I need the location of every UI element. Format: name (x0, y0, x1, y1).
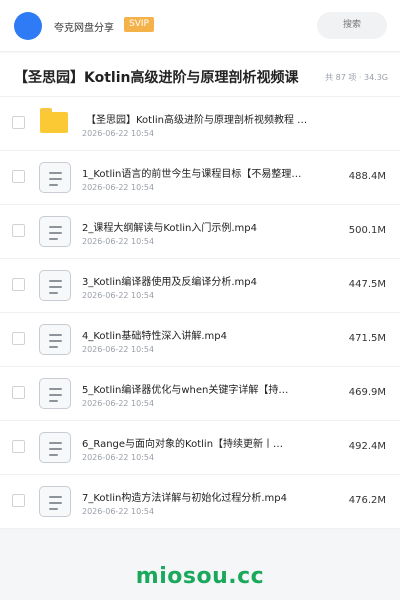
brand-label: 夸克网盘分享 (54, 23, 114, 34)
list-item[interactable]: 1_Kotlin语言的前世今生与课程目标【不易整理… 2026-06-22 10… (0, 151, 400, 205)
file-size: 500.1M (348, 225, 386, 236)
file-icon (39, 486, 71, 517)
list-item[interactable]: 4_Kotlin基础特性深入讲解.mp4 2026-06-22 10:54 47… (0, 313, 400, 367)
file-icon (39, 378, 71, 409)
file-date: 2026-06-22 10:54 (82, 507, 155, 516)
file-name: 6_Range与面向对象的Kotlin【持续更新丨… (82, 439, 284, 450)
file-size: 447.5M (348, 279, 386, 290)
file-date: 2026-06-22 10:54 (82, 453, 155, 462)
share-meta: 共 87 项 · 34.3G (325, 73, 388, 82)
file-icon (39, 432, 71, 463)
file-size: 488.4M (348, 171, 386, 182)
file-name: 1_Kotlin语言的前世今生与课程目标【不易整理… (82, 169, 302, 180)
select-checkbox[interactable] (12, 278, 25, 291)
file-name: 5_Kotlin编译器优化与when关键字详解【持… (82, 385, 289, 396)
share-title: 【圣思园】Kotlin高级进阶与原理剖析视频课 (14, 70, 299, 86)
list-item[interactable]: 3_Kotlin编译器使用及反编译分析.mp4 2026-06-22 10:54… (0, 259, 400, 313)
watermark: miosou.cc (135, 564, 265, 589)
select-checkbox[interactable] (12, 116, 25, 129)
file-icon (39, 162, 71, 193)
file-name: 3_Kotlin编译器使用及反编译分析.mp4 (82, 277, 257, 288)
search-input[interactable] (317, 12, 387, 39)
file-date: 2026-06-22 10:54 (82, 345, 155, 354)
file-date: 2026-06-22 10:54 (82, 399, 155, 408)
file-name: 7_Kotlin构造方法详解与初始化过程分析.mp4 (82, 493, 287, 504)
file-size: 471.5M (348, 333, 386, 344)
file-date: 2026-06-22 10:54 (82, 237, 155, 246)
file-icon (39, 270, 71, 301)
avatar[interactable] (14, 12, 42, 40)
file-icon (39, 324, 71, 355)
file-size: 469.9M (348, 387, 386, 398)
file-name: 4_Kotlin基础特性深入讲解.mp4 (82, 331, 227, 342)
list-item[interactable]: 【圣思园】Kotlin高级进阶与原理剖析视频教程 … 2026-06-22 10… (0, 97, 400, 151)
list-item[interactable]: 7_Kotlin构造方法详解与初始化过程分析.mp4 2026-06-22 10… (0, 475, 400, 529)
select-checkbox[interactable] (12, 386, 25, 399)
svip-badge: SVIP (124, 17, 154, 32)
select-checkbox[interactable] (12, 332, 25, 345)
file-date: 2026-06-22 10:54 (82, 129, 155, 138)
select-checkbox[interactable] (12, 494, 25, 507)
file-list: 【圣思园】Kotlin高级进阶与原理剖析视频教程 … 2026-06-22 10… (0, 97, 400, 529)
share-title-bar: 【圣思园】Kotlin高级进阶与原理剖析视频课 共 87 项 · 34.3G (0, 53, 400, 97)
list-item[interactable]: 6_Range与面向对象的Kotlin【持续更新丨… 2026-06-22 10… (0, 421, 400, 475)
file-size: 476.2M (348, 495, 386, 506)
select-checkbox[interactable] (12, 224, 25, 237)
file-name: 2_课程大纲解读与Kotlin入门示例.mp4 (82, 223, 257, 234)
select-checkbox[interactable] (12, 440, 25, 453)
file-icon (39, 216, 71, 247)
select-checkbox[interactable] (12, 170, 25, 183)
file-date: 2026-06-22 10:54 (82, 291, 155, 300)
file-name: 【圣思园】Kotlin高级进阶与原理剖析视频教程 … (86, 115, 308, 126)
file-date: 2026-06-22 10:54 (82, 183, 155, 192)
file-size: 492.4M (348, 441, 386, 452)
list-item[interactable]: 5_Kotlin编译器优化与when关键字详解【持… 2026-06-22 10… (0, 367, 400, 421)
list-item[interactable]: 2_课程大纲解读与Kotlin入门示例.mp4 2026-06-22 10:54… (0, 205, 400, 259)
folder-icon (40, 108, 68, 133)
app-header: 夸克网盘分享 SVIP (0, 0, 400, 52)
